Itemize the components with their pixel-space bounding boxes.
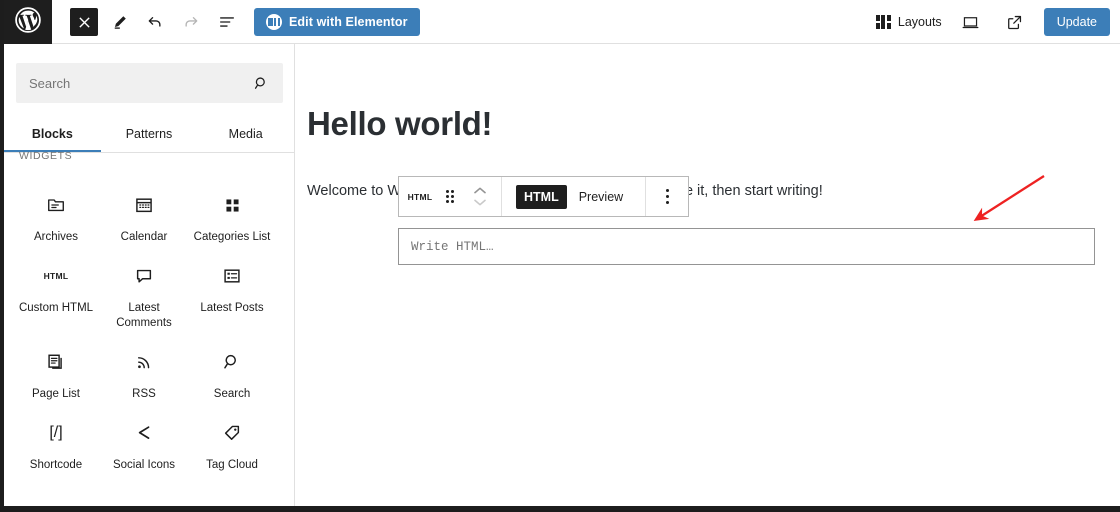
- block-toolbar-mode-group: HTML Preview: [502, 177, 647, 216]
- block-label: Shortcode: [29, 459, 83, 471]
- shortcode-brackets-icon: [/]: [49, 424, 63, 441]
- block-label: RSS: [132, 388, 156, 400]
- block-item-archives[interactable]: Archives: [12, 174, 100, 245]
- close-inserter-button[interactable]: [70, 8, 98, 36]
- undo-arrow-icon: [148, 17, 161, 27]
- post-title[interactable]: Hello world!: [307, 105, 493, 143]
- layouts-grid-icon: [875, 15, 891, 29]
- tab-media[interactable]: Media: [197, 116, 294, 152]
- block-item-latest-posts[interactable]: Latest Posts: [188, 245, 276, 331]
- block-label: Latest Posts: [200, 302, 264, 314]
- wordpress-editor-app: Edit with Elementor Layouts Update Searc…: [4, 0, 1120, 506]
- block-item-tag-cloud[interactable]: Tag Cloud: [188, 402, 276, 473]
- block-label: Latest Comments: [116, 302, 172, 329]
- mode-preview-button[interactable]: Preview: [571, 185, 631, 209]
- wordpress-logo-icon: [15, 6, 41, 38]
- block-item-calendar[interactable]: Calendar: [100, 174, 188, 245]
- chevron-down-icon: [474, 199, 486, 206]
- drag-handle-icon[interactable]: [435, 177, 465, 216]
- inserter-tabs: Blocks Patterns Media: [4, 116, 294, 153]
- editor-canvas: Hello world! Welcome to WordPress. This …: [296, 44, 1120, 506]
- archives-folder-icon: [46, 192, 66, 218]
- search-icon: [253, 75, 270, 97]
- elementor-logo-icon: [266, 14, 282, 30]
- close-x-icon: [78, 16, 90, 28]
- undo-button[interactable]: [140, 7, 170, 37]
- tag-icon: [222, 420, 242, 446]
- block-type-label: HTML: [407, 191, 433, 202]
- block-item-page-list[interactable]: Page List: [12, 331, 100, 402]
- block-item-latest-comments[interactable]: Latest Comments: [100, 245, 188, 331]
- move-block-buttons[interactable]: [465, 177, 495, 216]
- mode-html-button[interactable]: HTML: [516, 184, 567, 209]
- block-item-rss[interactable]: RSS: [100, 331, 188, 402]
- block-label: Page List: [32, 388, 80, 400]
- laptop-preview-icon: [962, 16, 979, 28]
- block-item-search[interactable]: Search: [188, 331, 276, 402]
- list-posts-icon: [222, 263, 242, 289]
- html-preview-toggle: HTML Preview: [508, 184, 639, 209]
- edit-with-elementor-label: Edit with Elementor: [289, 15, 408, 29]
- block-item-custom-html[interactable]: HTML Custom HTML: [12, 245, 100, 331]
- html-input-placeholder: Write HTML…: [411, 239, 494, 254]
- editor-top-bar: Edit with Elementor Layouts Update: [4, 0, 1120, 44]
- block-label: Calendar: [120, 231, 168, 243]
- block-inserter-sidebar: Blocks Patterns Media WIDGETS Archives: [4, 44, 295, 506]
- top-bar-right-group: Layouts Update: [875, 0, 1110, 44]
- block-label: Custom HTML: [18, 302, 94, 314]
- external-link-icon: [1008, 15, 1022, 29]
- block-toolbar-options-group: [646, 177, 688, 216]
- search-input[interactable]: [17, 64, 259, 102]
- redo-button[interactable]: [176, 7, 206, 37]
- list-view-icon: [220, 17, 234, 27]
- edit-with-elementor-button[interactable]: Edit with Elementor: [254, 8, 420, 36]
- block-search-field[interactable]: [16, 63, 283, 103]
- custom-html-input[interactable]: Write HTML…: [398, 228, 1095, 265]
- widgets-block-grid: Archives Calendar Categories List HTML C…: [12, 174, 288, 473]
- tab-blocks[interactable]: Blocks: [4, 116, 101, 152]
- block-label: Archives: [33, 231, 79, 243]
- comment-bubble-icon: [134, 263, 154, 289]
- redo-arrow-icon: [185, 17, 198, 27]
- page-list-icon: [46, 349, 66, 375]
- rss-icon: [134, 349, 154, 375]
- block-label: Tag Cloud: [206, 459, 258, 471]
- html-text-icon: HTML: [43, 271, 69, 281]
- list-view-button[interactable]: [212, 7, 242, 37]
- widgets-section-label: WIDGETS: [19, 150, 73, 162]
- top-bar-tool-group: [70, 0, 242, 44]
- pencil-icon: [114, 15, 126, 29]
- block-label: Social Icons: [112, 459, 175, 471]
- layouts-label: Layouts: [897, 15, 942, 29]
- preview-device-button[interactable]: [956, 7, 986, 37]
- edit-tools-button[interactable]: [104, 7, 134, 37]
- block-item-shortcode[interactable]: [/] Shortcode: [12, 402, 100, 473]
- block-item-categories-list[interactable]: Categories List: [188, 174, 276, 245]
- search-icon: [222, 349, 242, 375]
- categories-grid-icon: [223, 192, 242, 218]
- block-item-social-icons[interactable]: Social Icons: [100, 402, 188, 473]
- share-icon: [134, 420, 154, 446]
- view-post-button[interactable]: [1000, 7, 1030, 37]
- more-options-vertical-icon[interactable]: [652, 177, 682, 216]
- block-label: Categories List: [193, 231, 271, 243]
- wordpress-logo-button[interactable]: [4, 0, 52, 44]
- screenshot-frame: Edit with Elementor Layouts Update Searc…: [0, 0, 1120, 512]
- block-toolbar-left-group: HTML: [399, 177, 502, 216]
- layouts-button[interactable]: Layouts: [875, 15, 942, 29]
- tab-patterns[interactable]: Patterns: [101, 116, 198, 152]
- update-button[interactable]: Update: [1043, 8, 1110, 36]
- block-label: Search: [213, 388, 251, 400]
- block-toolbar: HTML HTML Preview: [398, 176, 690, 217]
- calendar-icon: [134, 192, 154, 218]
- chevron-up-icon: [474, 187, 486, 194]
- block-type-button[interactable]: HTML: [405, 177, 435, 216]
